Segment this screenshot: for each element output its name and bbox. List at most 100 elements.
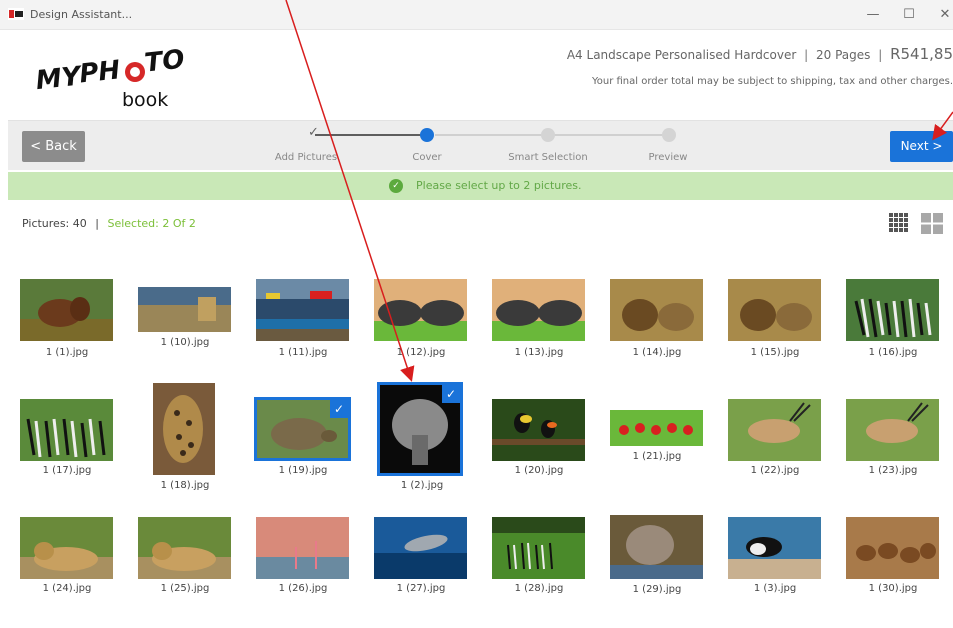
photo-tile[interactable]: 1 (17).jpg <box>17 396 117 496</box>
step-label-cover[interactable]: Cover <box>382 152 472 163</box>
banner-message: Please select up to 2 pictures. <box>416 179 582 192</box>
product-name: A4 Landscape Personalised Hardcover <box>566 48 797 62</box>
photo-tile[interactable]: 1 (28).jpg <box>489 515 589 615</box>
photo-tile[interactable]: 1 (21).jpg <box>607 396 707 496</box>
svg-text:MY: MY <box>34 61 85 96</box>
photo-thumbnail[interactable] <box>20 279 113 341</box>
photo-thumbnail[interactable] <box>492 517 585 579</box>
photo-thumbnail[interactable] <box>728 279 821 341</box>
photo-filename: 1 (2).jpg <box>400 480 444 491</box>
svg-text:TO: TO <box>143 48 184 79</box>
photo-filename: 1 (27).jpg <box>396 583 446 594</box>
title-bar: Design Assistant... — ☐ ✕ <box>0 0 953 30</box>
separator: | <box>804 48 809 62</box>
photo-tile[interactable]: 1 (12).jpg <box>371 278 471 378</box>
photo-thumbnail[interactable] <box>153 383 215 475</box>
photo-tile[interactable]: 1 (22).jpg <box>725 396 825 496</box>
photo-filename: 1 (18).jpg <box>160 480 210 491</box>
photo-filename: 1 (3).jpg <box>753 583 797 594</box>
photo-thumbnail[interactable] <box>728 517 821 579</box>
photo-thumbnail[interactable] <box>138 287 231 332</box>
back-button[interactable]: < Back <box>22 131 85 162</box>
selected-thumbnail-frame[interactable]: ✓ <box>377 382 463 476</box>
photo-tile[interactable]: 1 (29).jpg <box>607 515 707 615</box>
photo-thumbnail[interactable] <box>20 399 113 461</box>
photo-filename: 1 (26).jpg <box>278 583 328 594</box>
picture-count: Pictures: 40 <box>22 217 87 230</box>
selected-check-icon[interactable]: ✓ <box>330 400 348 418</box>
photo-thumbnail[interactable] <box>374 517 467 579</box>
svg-text:PH: PH <box>78 55 122 89</box>
minimize-button[interactable]: — <box>858 2 888 28</box>
photo-tile[interactable]: 1 (15).jpg <box>725 278 825 378</box>
photo-thumbnail[interactable] <box>256 517 349 579</box>
photo-tile[interactable]: 1 (20).jpg <box>489 396 589 496</box>
photo-tile[interactable]: 1 (10).jpg <box>135 278 235 378</box>
photo-tile[interactable]: 1 (14).jpg <box>607 278 707 378</box>
photo-tile[interactable]: 1 (1).jpg <box>17 278 117 378</box>
photo-filename: 1 (11).jpg <box>278 347 328 358</box>
step-label-add-pictures[interactable]: Add Pictures <box>261 152 351 163</box>
photo-filename: 1 (1).jpg <box>45 347 89 358</box>
photo-filename: 1 (24).jpg <box>42 583 92 594</box>
photo-filename: 1 (15).jpg <box>750 347 800 358</box>
photo-thumbnail[interactable] <box>728 399 821 461</box>
photo-thumbnail[interactable] <box>374 279 467 341</box>
photo-filename: 1 (25).jpg <box>160 583 210 594</box>
next-button[interactable]: Next > <box>890 131 953 162</box>
app-header: MY PH TO book A4 Landscape Personalised … <box>8 30 953 120</box>
order-price: R541,85 <box>890 45 953 63</box>
selected-check-icon[interactable]: ✓ <box>442 385 460 403</box>
photo-tile[interactable]: 1 (16).jpg <box>843 278 943 378</box>
small-grid-view-icon[interactable] <box>889 213 909 233</box>
photo-tile[interactable]: 1 (18).jpg <box>135 383 235 491</box>
wizard-nav-bar: < Back ✓ Add Pictures Cover Smart Select… <box>8 120 953 170</box>
maximize-button[interactable]: ☐ <box>894 2 924 28</box>
stepper-remaining-line <box>435 134 675 136</box>
photo-thumbnail[interactable] <box>846 517 939 579</box>
photo-thumbnail[interactable] <box>846 399 939 461</box>
photo-thumbnail[interactable] <box>492 279 585 341</box>
photo-thumbnail[interactable] <box>492 399 585 461</box>
photo-filename: 1 (20).jpg <box>514 465 564 476</box>
photo-filename: 1 (16).jpg <box>868 347 918 358</box>
large-grid-view-icon[interactable] <box>921 213 943 234</box>
photo-tile[interactable]: 1 (3).jpg <box>725 515 825 615</box>
photo-thumbnail[interactable] <box>610 279 703 341</box>
stepper-progress-line <box>315 134 427 136</box>
photo-tile[interactable]: 1 (11).jpg <box>253 278 353 378</box>
photo-tile[interactable]: ✓ 1 (2).jpg <box>375 382 475 491</box>
myphotobook-logo: MY PH TO book <box>34 48 184 108</box>
selected-thumbnail-frame[interactable]: ✓ <box>254 397 351 461</box>
photo-tile[interactable]: 1 (25).jpg <box>135 515 235 615</box>
photo-tile[interactable]: 1 (13).jpg <box>489 278 589 378</box>
photo-tile[interactable]: 1 (27).jpg <box>371 515 471 615</box>
photo-thumbnail[interactable] <box>138 517 231 579</box>
photo-tile[interactable]: ✓ 1 (19).jpg <box>253 396 353 496</box>
photo-tile[interactable]: 1 (26).jpg <box>253 515 353 615</box>
photo-thumbnail[interactable] <box>846 279 939 341</box>
step-todo-dot <box>541 128 555 142</box>
page-count: 20 Pages <box>815 48 871 62</box>
photo-thumbnail[interactable] <box>256 279 349 341</box>
order-summary: A4 Landscape Personalised Hardcover | 20… <box>567 45 953 63</box>
photo-filename: 1 (17).jpg <box>42 465 92 476</box>
photo-filename: 1 (21).jpg <box>632 451 682 462</box>
svg-text:book: book <box>122 89 168 108</box>
photo-filename: 1 (12).jpg <box>396 347 446 358</box>
photo-thumbnail[interactable] <box>20 517 113 579</box>
photo-filename: 1 (30).jpg <box>868 583 918 594</box>
photo-filename: 1 (10).jpg <box>160 337 210 348</box>
app-icon <box>8 8 24 20</box>
photo-tile[interactable]: 1 (24).jpg <box>17 515 117 615</box>
photo-tile[interactable]: 1 (23).jpg <box>843 396 943 496</box>
step-current-dot <box>420 128 434 142</box>
photo-filename: 1 (19).jpg <box>278 465 328 476</box>
photo-thumbnail[interactable] <box>610 410 703 446</box>
photo-tile[interactable]: 1 (30).jpg <box>843 515 943 615</box>
photo-filename: 1 (28).jpg <box>514 583 564 594</box>
photo-thumbnail[interactable] <box>610 515 703 579</box>
step-label-smart-selection[interactable]: Smart Selection <box>503 152 593 163</box>
step-label-preview[interactable]: Preview <box>623 152 713 163</box>
close-button[interactable]: ✕ <box>930 2 953 28</box>
